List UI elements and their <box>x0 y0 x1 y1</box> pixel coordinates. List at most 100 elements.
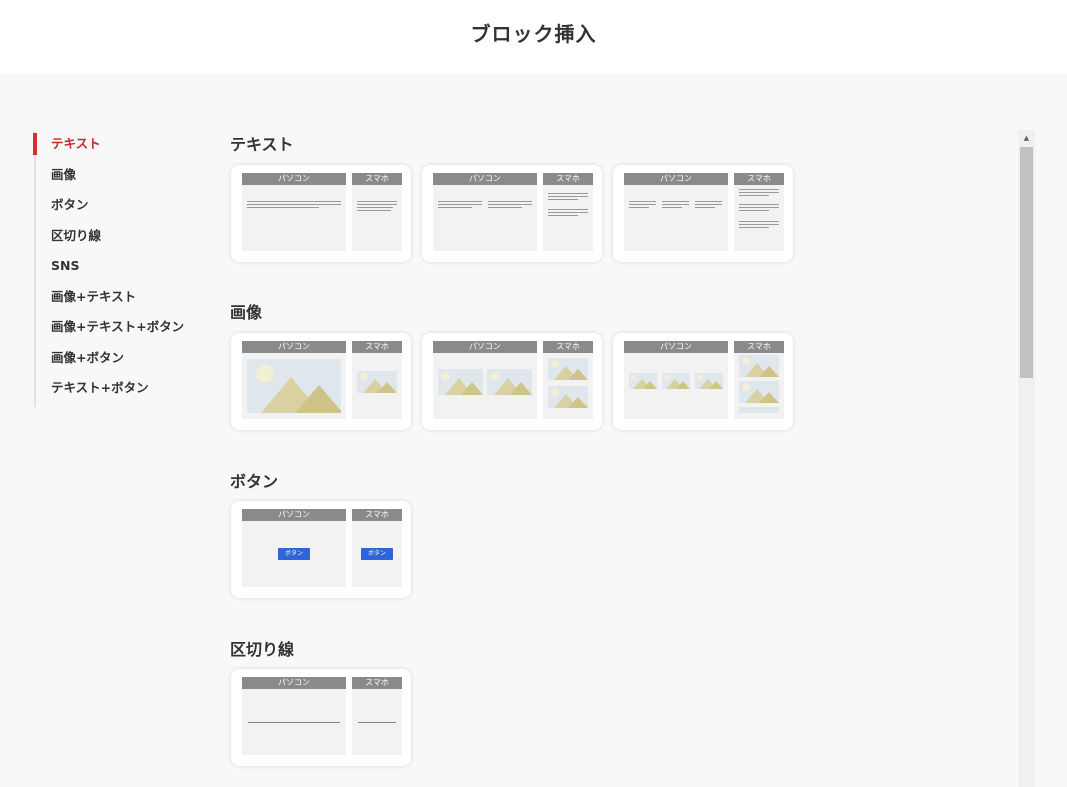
text-line <box>695 201 722 203</box>
pc-preview: パソコン <box>624 341 728 419</box>
section-title-text: テキスト <box>230 135 294 154</box>
pc-preview: パソコン ボタン <box>242 509 346 587</box>
text-line <box>548 215 578 217</box>
sp-preview: スマホ <box>734 173 784 251</box>
text-line <box>247 201 341 203</box>
image-placeholder-icon <box>247 359 341 413</box>
image-placeholder-icon <box>662 373 690 389</box>
pc-preview: パソコン <box>433 341 537 419</box>
text-line <box>695 204 722 206</box>
section-title-divider: 区切り線 <box>230 640 295 659</box>
text-line <box>739 210 769 212</box>
text-line <box>488 207 522 209</box>
block-option-button[interactable]: パソコン ボタン スマホ ボタン <box>231 501 411 598</box>
text-line <box>247 204 341 206</box>
image-placeholder-icon <box>739 407 779 413</box>
text-line <box>548 193 588 195</box>
block-option-image-1col[interactable]: パソコン スマホ <box>231 333 411 430</box>
sp-preview-label: スマホ <box>352 341 402 353</box>
text-line <box>739 195 769 197</box>
sp-preview: スマホ <box>543 173 593 251</box>
sp-preview: スマホ <box>352 173 402 251</box>
sp-preview: スマホ <box>543 341 593 419</box>
scroll-up-icon[interactable]: ▲ <box>1018 130 1035 146</box>
pc-preview-label: パソコン <box>242 341 346 353</box>
button-preview: ボタン <box>278 548 310 560</box>
text-line <box>662 201 689 203</box>
text-line <box>739 204 779 206</box>
text-line <box>695 207 715 209</box>
text-line <box>247 207 319 209</box>
text-line <box>629 204 656 206</box>
section-title-button: ボタン <box>230 472 279 491</box>
divider-line <box>248 722 340 723</box>
sp-preview: スマホ <box>352 341 402 419</box>
button-preview: ボタン <box>361 548 393 560</box>
image-placeholder-icon <box>357 371 397 393</box>
text-line <box>548 196 588 198</box>
text-line <box>629 207 649 209</box>
block-option-text-2col[interactable]: パソコン スマホ <box>422 165 602 262</box>
nav-item-image[interactable]: 画像 <box>36 163 206 194</box>
text-line <box>739 189 779 191</box>
text-line <box>739 227 769 229</box>
image-placeholder-icon <box>739 355 779 377</box>
sp-preview: スマホ <box>734 341 784 419</box>
image-placeholder-icon <box>487 369 532 395</box>
nav-item-image-text-button[interactable]: 画像+テキスト+ボタン <box>36 315 206 346</box>
sp-preview: スマホ ボタン <box>352 509 402 587</box>
image-placeholder-icon <box>548 386 588 408</box>
pc-preview: パソコン <box>433 173 537 251</box>
nav-item-image-button[interactable]: 画像+ボタン <box>36 346 206 377</box>
text-line <box>488 204 532 206</box>
block-option-divider[interactable]: パソコン スマホ <box>231 669 411 766</box>
pc-preview-label: パソコン <box>624 173 728 185</box>
text-line <box>739 207 779 209</box>
nav-item-text-button[interactable]: テキスト+ボタン <box>36 376 206 407</box>
sp-preview-label: スマホ <box>543 341 593 353</box>
block-option-image-3col[interactable]: パソコン スマホ <box>613 333 793 430</box>
image-placeholder-icon <box>695 373 723 389</box>
text-line <box>548 209 588 211</box>
text-line <box>357 201 397 203</box>
text-line <box>662 204 689 206</box>
divider-line <box>358 722 396 723</box>
sp-preview-label: スマホ <box>734 341 784 353</box>
text-line <box>662 207 682 209</box>
pc-preview: パソコン <box>242 173 346 251</box>
nav-item-sns[interactable]: SNS <box>36 254 206 285</box>
pc-preview-label: パソコン <box>433 173 537 185</box>
block-option-text-3col[interactable]: パソコン スマホ <box>613 165 793 262</box>
text-line <box>357 207 393 209</box>
block-list: テキスト パソコン スマホ パソコン スマホ パソコン スマホ 画像 パソコン … <box>230 0 1010 787</box>
block-option-text-1col[interactable]: パソコン スマホ <box>231 165 411 262</box>
pc-preview-label: パソコン <box>242 173 346 185</box>
pc-preview-label: パソコン <box>242 509 346 521</box>
text-line <box>629 201 656 203</box>
vertical-scrollbar[interactable]: ▲ <box>1018 130 1035 787</box>
pc-preview: パソコン <box>242 677 346 755</box>
pc-preview-label: パソコン <box>242 677 346 689</box>
section-title-image: 画像 <box>230 303 263 322</box>
pc-preview: パソコン <box>242 341 346 419</box>
image-placeholder-icon <box>629 373 657 389</box>
text-line <box>488 201 532 203</box>
category-nav: テキスト 画像 ボタン 区切り線 SNS 画像+テキスト 画像+テキスト+ボタン… <box>33 132 206 407</box>
pc-preview-label: パソコン <box>433 341 537 353</box>
scrollbar-thumb[interactable] <box>1020 147 1033 378</box>
block-option-image-2col[interactable]: パソコン スマホ <box>422 333 602 430</box>
sp-preview-label: スマホ <box>543 173 593 185</box>
nav-item-text[interactable]: テキスト <box>33 132 206 163</box>
text-line <box>357 204 397 206</box>
text-line <box>548 212 588 214</box>
sp-preview-label: スマホ <box>352 509 402 521</box>
image-placeholder-icon <box>548 358 588 380</box>
sp-preview: スマホ <box>352 677 402 755</box>
text-line <box>438 201 482 203</box>
image-placeholder-icon <box>438 369 483 395</box>
nav-item-divider[interactable]: 区切り線 <box>36 224 206 255</box>
text-line <box>739 224 779 226</box>
text-line <box>548 199 578 201</box>
nav-item-button[interactable]: ボタン <box>36 193 206 224</box>
nav-item-image-text[interactable]: 画像+テキスト <box>36 285 206 316</box>
